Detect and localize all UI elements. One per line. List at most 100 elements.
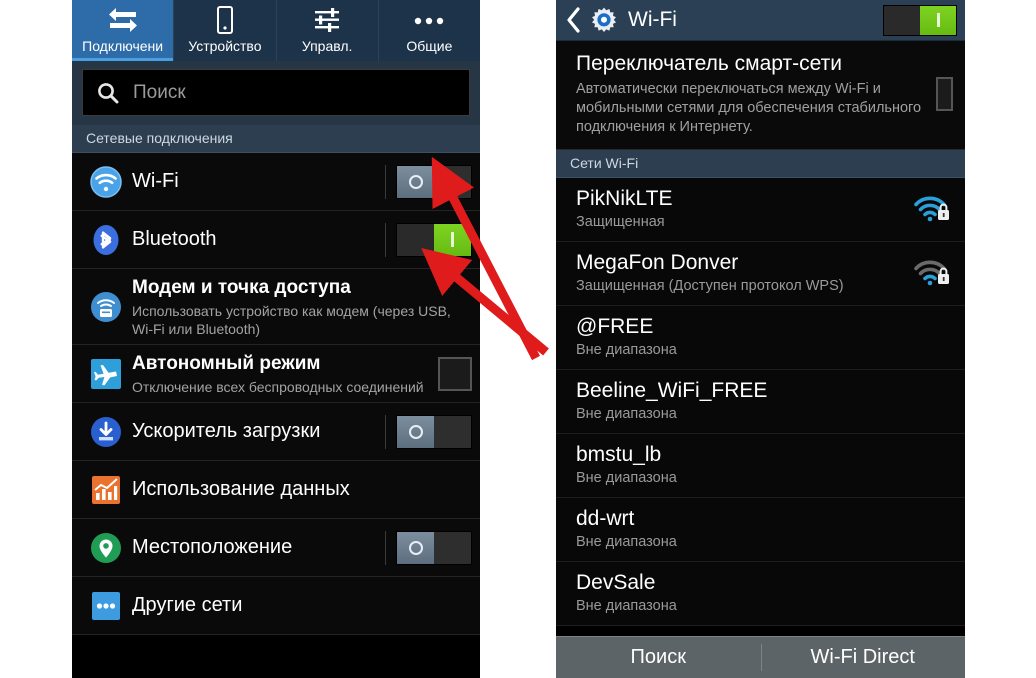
toggle-track	[434, 531, 471, 564]
list-item-tethering-title: Модем и точка доступа	[132, 277, 351, 298]
toggle-off-mark-icon	[408, 540, 423, 555]
wifi-direct-button[interactable]: Wi-Fi Direct	[760, 637, 966, 678]
list-item-download-booster[interactable]: Ускоритель загрузки	[72, 403, 480, 461]
wifi-toggle-container	[379, 164, 472, 199]
airplane-mode-checkbox[interactable]	[438, 356, 472, 391]
section-header-network-connections: Сетевые подключения	[72, 125, 480, 153]
list-item-network[interactable]: dd-wrt Вне диапазона	[556, 498, 965, 562]
list-item-download-booster-title: Ускоритель загрузки	[132, 420, 321, 442]
search-bar-container: Поиск	[72, 61, 480, 125]
network-text: DevSale Вне диапазона	[576, 570, 911, 616]
list-item-network[interactable]: @FREE Вне диапазона	[556, 306, 965, 370]
toggle-knob	[434, 223, 471, 256]
divider	[385, 222, 386, 257]
list-item-wifi-title: Wi-Fi	[132, 170, 179, 192]
list-item-network[interactable]: PikNikLTE Защищенная	[556, 178, 965, 242]
bluetooth-toggle-container	[379, 222, 472, 257]
list-item-tethering[interactable]: Модем и точка доступа Использовать устро…	[72, 269, 480, 345]
location-pin-icon	[86, 532, 126, 564]
list-item-network[interactable]: DevSale Вне диапазона	[556, 562, 965, 626]
smart-network-switch-checkbox[interactable]	[936, 76, 953, 111]
bluetooth-toggle-switch[interactable]	[396, 222, 472, 257]
toggle-off-mark-icon	[408, 174, 423, 189]
network-name: DevSale	[576, 571, 656, 594]
network-text: MegaFon Donver Защищенная (Доступен прот…	[576, 250, 911, 296]
wifi-signal-secured-icon	[911, 194, 951, 224]
list-item-airplane-mode[interactable]: Автономный режим Отключение всех беспров…	[72, 345, 480, 403]
list-item-data-usage[interactable]: Использование данных	[72, 461, 480, 519]
list-item-location[interactable]: Местоположение	[72, 519, 480, 577]
wifi-icon	[86, 165, 126, 198]
list-item-tethering-subtitle: Использовать устройство как модем (через…	[132, 303, 451, 337]
download-booster-toggle-container	[379, 414, 472, 449]
list-item-bluetooth[interactable]: Bluetooth	[72, 211, 480, 269]
network-name: MegaFon Donver	[576, 251, 739, 274]
tethering-hotspot-icon	[86, 291, 126, 323]
network-state: Вне диапазона	[576, 534, 677, 550]
wifi-screen-title: Wi-Fi	[628, 8, 677, 31]
divider	[385, 414, 386, 449]
wifi-toggle-switch[interactable]	[396, 164, 472, 199]
list-item-data-usage-text: Использование данных	[126, 477, 472, 502]
list-item-other-networks-text: Другие сети	[126, 593, 472, 618]
list-item-bluetooth-title: Bluetooth	[132, 228, 217, 250]
network-name: bmstu_lb	[576, 443, 662, 466]
tab-general[interactable]: Общие	[379, 0, 480, 61]
toggle-track	[397, 223, 434, 256]
network-state: Вне диапазона	[576, 470, 677, 486]
smart-network-switch-row[interactable]: Переключатель смарт-сети Автоматически п…	[556, 41, 965, 150]
search-placeholder-text: Поиск	[133, 81, 186, 103]
tab-connections[interactable]: Подключени	[72, 0, 175, 61]
list-item-location-title: Местоположение	[132, 536, 293, 558]
list-item-location-text: Местоположение	[126, 535, 379, 560]
divider	[385, 164, 386, 199]
right-phone-wifi-screen: Wi-Fi Переключатель смарт-сети Автоматич…	[556, 0, 965, 678]
settings-gear-icon	[590, 6, 618, 34]
network-name: Beeline_WiFi_FREE	[576, 379, 768, 402]
list-item-network[interactable]: Beeline_WiFi_FREE Вне диапазона	[556, 370, 965, 434]
left-phone-settings-screen: Подключени Устройство Управл. Общие Поис…	[72, 0, 480, 678]
list-item-other-networks-title: Другие сети	[132, 594, 243, 616]
list-item-network[interactable]: bmstu_lb Вне диапазона	[556, 434, 965, 498]
settings-tab-bar: Подключени Устройство Управл. Общие	[72, 0, 480, 61]
list-item-tethering-text: Модем и точка доступа Использовать устро…	[126, 275, 472, 338]
toggle-knob	[397, 531, 434, 564]
toggle-track	[884, 5, 920, 35]
back-chevron-icon[interactable]	[566, 7, 582, 33]
scan-button[interactable]: Поиск	[556, 637, 761, 678]
tab-device[interactable]: Устройство	[174, 0, 277, 61]
location-toggle-switch[interactable]	[396, 530, 472, 565]
smart-network-switch-title: Переключатель смарт-сети	[576, 52, 842, 75]
list-item-download-booster-text: Ускоритель загрузки	[126, 419, 379, 444]
network-name: dd-wrt	[576, 507, 635, 530]
smart-network-switch-subtitle: Автоматически переключаться между Wi-Fi …	[576, 81, 922, 135]
phone-device-icon	[214, 6, 236, 34]
toggle-knob	[397, 415, 434, 448]
search-input[interactable]: Поиск	[82, 69, 470, 116]
wifi-screen-header: Wi-Fi	[556, 0, 965, 41]
toggle-knob	[920, 5, 956, 35]
list-item-data-usage-title: Использование данных	[132, 478, 350, 500]
list-item-wifi[interactable]: Wi-Fi	[72, 153, 480, 211]
section-header-wifi-networks: Сети Wi-Fi	[556, 150, 965, 178]
tab-controls[interactable]: Управл.	[277, 0, 379, 61]
screenshot-root: Подключени Устройство Управл. Общие Поис…	[0, 0, 1036, 678]
network-text: bmstu_lb Вне диапазона	[576, 442, 911, 488]
network-state: Защищенная (Доступен протокол WPS)	[576, 278, 844, 294]
sliders-icon	[313, 6, 341, 34]
location-toggle-container	[379, 530, 472, 565]
list-item-network[interactable]: MegaFon Donver Защищенная (Доступен прот…	[556, 242, 965, 306]
list-item-airplane-subtitle: Отключение всех беспроводных соединений	[132, 379, 424, 395]
tab-controls-label: Управл.	[301, 38, 353, 54]
smart-network-switch-text: Переключатель смарт-сети Автоматически п…	[576, 50, 936, 137]
list-item-other-networks[interactable]: Другие сети	[72, 577, 480, 635]
network-name: PikNikLTE	[576, 187, 673, 210]
list-item-wifi-text: Wi-Fi	[126, 169, 379, 194]
network-state: Вне диапазона	[576, 406, 677, 422]
download-booster-icon	[86, 416, 126, 448]
data-usage-icon	[86, 474, 126, 506]
bluetooth-icon	[86, 224, 126, 256]
download-booster-toggle-switch[interactable]	[396, 414, 472, 449]
network-text: @FREE Вне диапазона	[576, 314, 911, 360]
wifi-master-toggle-switch[interactable]	[883, 4, 957, 36]
